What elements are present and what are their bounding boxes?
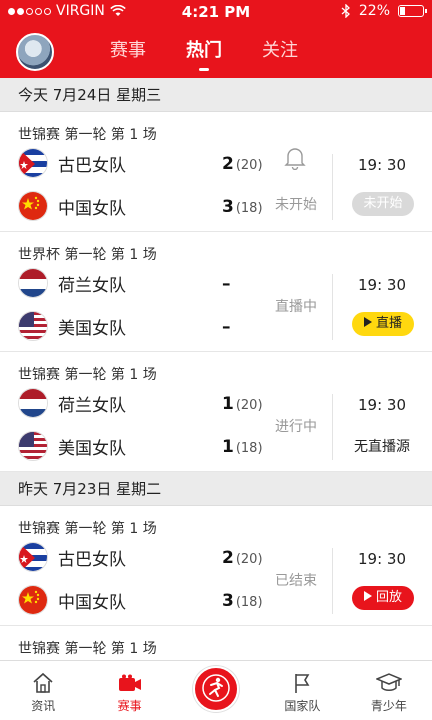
match-status: 已结束 (275, 573, 317, 589)
match-card[interactable]: 世锦赛 第一轮 第 1 场 荷兰女队 美国女队 1 (20) 1 (18) 进行中 … (0, 352, 432, 472)
team-score: 3 (18) (222, 197, 263, 217)
no-stream-label: 无直播源 (354, 439, 410, 455)
cuba-flag-icon (18, 542, 48, 572)
bluetooth-icon (341, 4, 350, 18)
match-card[interactable]: 世界杯 第一轮 第 1 场 荷兰女队 美国女队 – – 直播中 19: 30 直… (0, 232, 432, 352)
user-avatar[interactable] (16, 33, 54, 71)
player-center-button[interactable] (193, 666, 240, 712)
team-name: 古巴女队 (58, 549, 126, 570)
team-score: 2 (20) (222, 154, 263, 174)
team-row: 古巴女队 (18, 148, 126, 178)
replay-button[interactable]: 回放 (352, 586, 414, 610)
team-row: 美国女队 (18, 431, 126, 461)
team-row: 中国女队 (18, 585, 126, 615)
match-time: 19: 30 (358, 276, 406, 294)
nav-label: 赛事 (117, 699, 142, 713)
team-row: 荷兰女队 (18, 268, 126, 298)
match-card[interactable]: 世锦赛 第一轮 第 1 场 古巴女队 中国女队 2 (20) 3 (18) 已结束 … (0, 506, 432, 626)
team-name: 中国女队 (58, 198, 126, 219)
player-icon (202, 673, 230, 702)
video-camera-icon (118, 674, 141, 691)
battery-icon (398, 5, 427, 17)
team-score: 1 (20) (222, 394, 263, 414)
bottom-nav: 资讯 赛事 国家队 青少年 (0, 660, 432, 720)
match-league: 世锦赛 第一轮 第 1 场 (18, 521, 157, 537)
match-time: 19: 30 (358, 550, 406, 568)
nav-label: 资讯 (31, 699, 56, 713)
header-tabs: 赛事 热门 关注 (110, 36, 298, 71)
nav-label: 青少年 (370, 699, 407, 713)
usa-flag-icon (18, 431, 48, 461)
match-time: 19: 30 (358, 156, 406, 174)
live-button[interactable]: 直播 (352, 312, 414, 336)
match-card[interactable]: 世锦赛 第一轮 第 1 场 古巴女队 中国女队 2 (20) 3 (18) 未开始 … (0, 112, 432, 232)
match-card[interactable]: 世锦赛 第一轮 第 1 场 (0, 626, 432, 660)
nav-item-events[interactable]: 赛事 (86, 661, 172, 720)
match-status: 直播中 (275, 299, 317, 315)
team-score: – (222, 274, 231, 294)
team-name: 美国女队 (58, 318, 126, 339)
top-header: VIRGIN 4:21 PM 22% 赛事 热门 关注 (0, 0, 432, 78)
battery-percent: 22% (358, 3, 390, 19)
app-screen: VIRGIN 4:21 PM 22% 赛事 热门 关注 今天 7月24日 星期三… (0, 0, 432, 720)
match-league: 世锦赛 第一轮 第 1 场 (18, 127, 157, 143)
team-name: 中国女队 (58, 592, 126, 613)
usa-flag-icon (18, 311, 48, 341)
match-status: 进行中 (275, 419, 317, 435)
team-row: 中国女队 (18, 191, 126, 221)
flag-icon (295, 674, 310, 693)
team-row: 古巴女队 (18, 542, 126, 572)
team-score: 1 (18) (222, 437, 263, 457)
date-section-header: 今天 7月24日 星期三 (0, 78, 432, 112)
team-row: 荷兰女队 (18, 388, 126, 418)
tab-popular[interactable]: 热门 (186, 36, 222, 71)
divider (332, 394, 333, 460)
team-score: – (222, 317, 231, 337)
nav-item-national-team[interactable]: 国家队 (259, 661, 345, 720)
team-name: 荷兰女队 (58, 275, 126, 296)
status-right: 22% (341, 3, 427, 19)
nav-item-center[interactable] (173, 661, 259, 720)
not-started-badge: 未开始 (352, 192, 414, 216)
team-name: 美国女队 (58, 438, 126, 459)
bell-icon[interactable] (284, 146, 306, 170)
team-score: 2 (20) (222, 548, 263, 568)
tab-events[interactable]: 赛事 (110, 36, 146, 62)
nav-item-news[interactable]: 资讯 (0, 661, 86, 720)
tab-following[interactable]: 关注 (262, 36, 298, 62)
team-name: 荷兰女队 (58, 395, 126, 416)
match-league: 世界杯 第一轮 第 1 场 (18, 247, 157, 263)
divider (332, 154, 333, 220)
graduation-cap-icon (375, 673, 402, 691)
match-list[interactable]: 今天 7月24日 星期三 世锦赛 第一轮 第 1 场 古巴女队 中国女队 2 (2… (0, 78, 432, 660)
match-time: 19: 30 (358, 396, 406, 414)
match-status: 未开始 (275, 197, 317, 213)
team-row: 美国女队 (18, 311, 126, 341)
home-icon (33, 672, 53, 693)
divider (332, 548, 333, 614)
nav-label: 国家队 (284, 699, 321, 713)
match-league: 世锦赛 第一轮 第 1 场 (18, 641, 157, 657)
china-flag-icon (18, 191, 48, 221)
nav-item-youth[interactable]: 青少年 (346, 661, 432, 720)
team-score: 3 (18) (222, 591, 263, 611)
netherlands-flag-icon (18, 388, 48, 418)
cuba-flag-icon (18, 148, 48, 178)
divider (332, 274, 333, 340)
status-bar: VIRGIN 4:21 PM 22% (0, 0, 432, 24)
team-name: 古巴女队 (58, 155, 126, 176)
china-flag-icon (18, 585, 48, 615)
play-icon (363, 317, 372, 327)
match-league: 世锦赛 第一轮 第 1 场 (18, 367, 157, 383)
netherlands-flag-icon (18, 268, 48, 298)
play-icon (363, 591, 372, 601)
date-section-header: 昨天 7月23日 星期二 (0, 472, 432, 506)
